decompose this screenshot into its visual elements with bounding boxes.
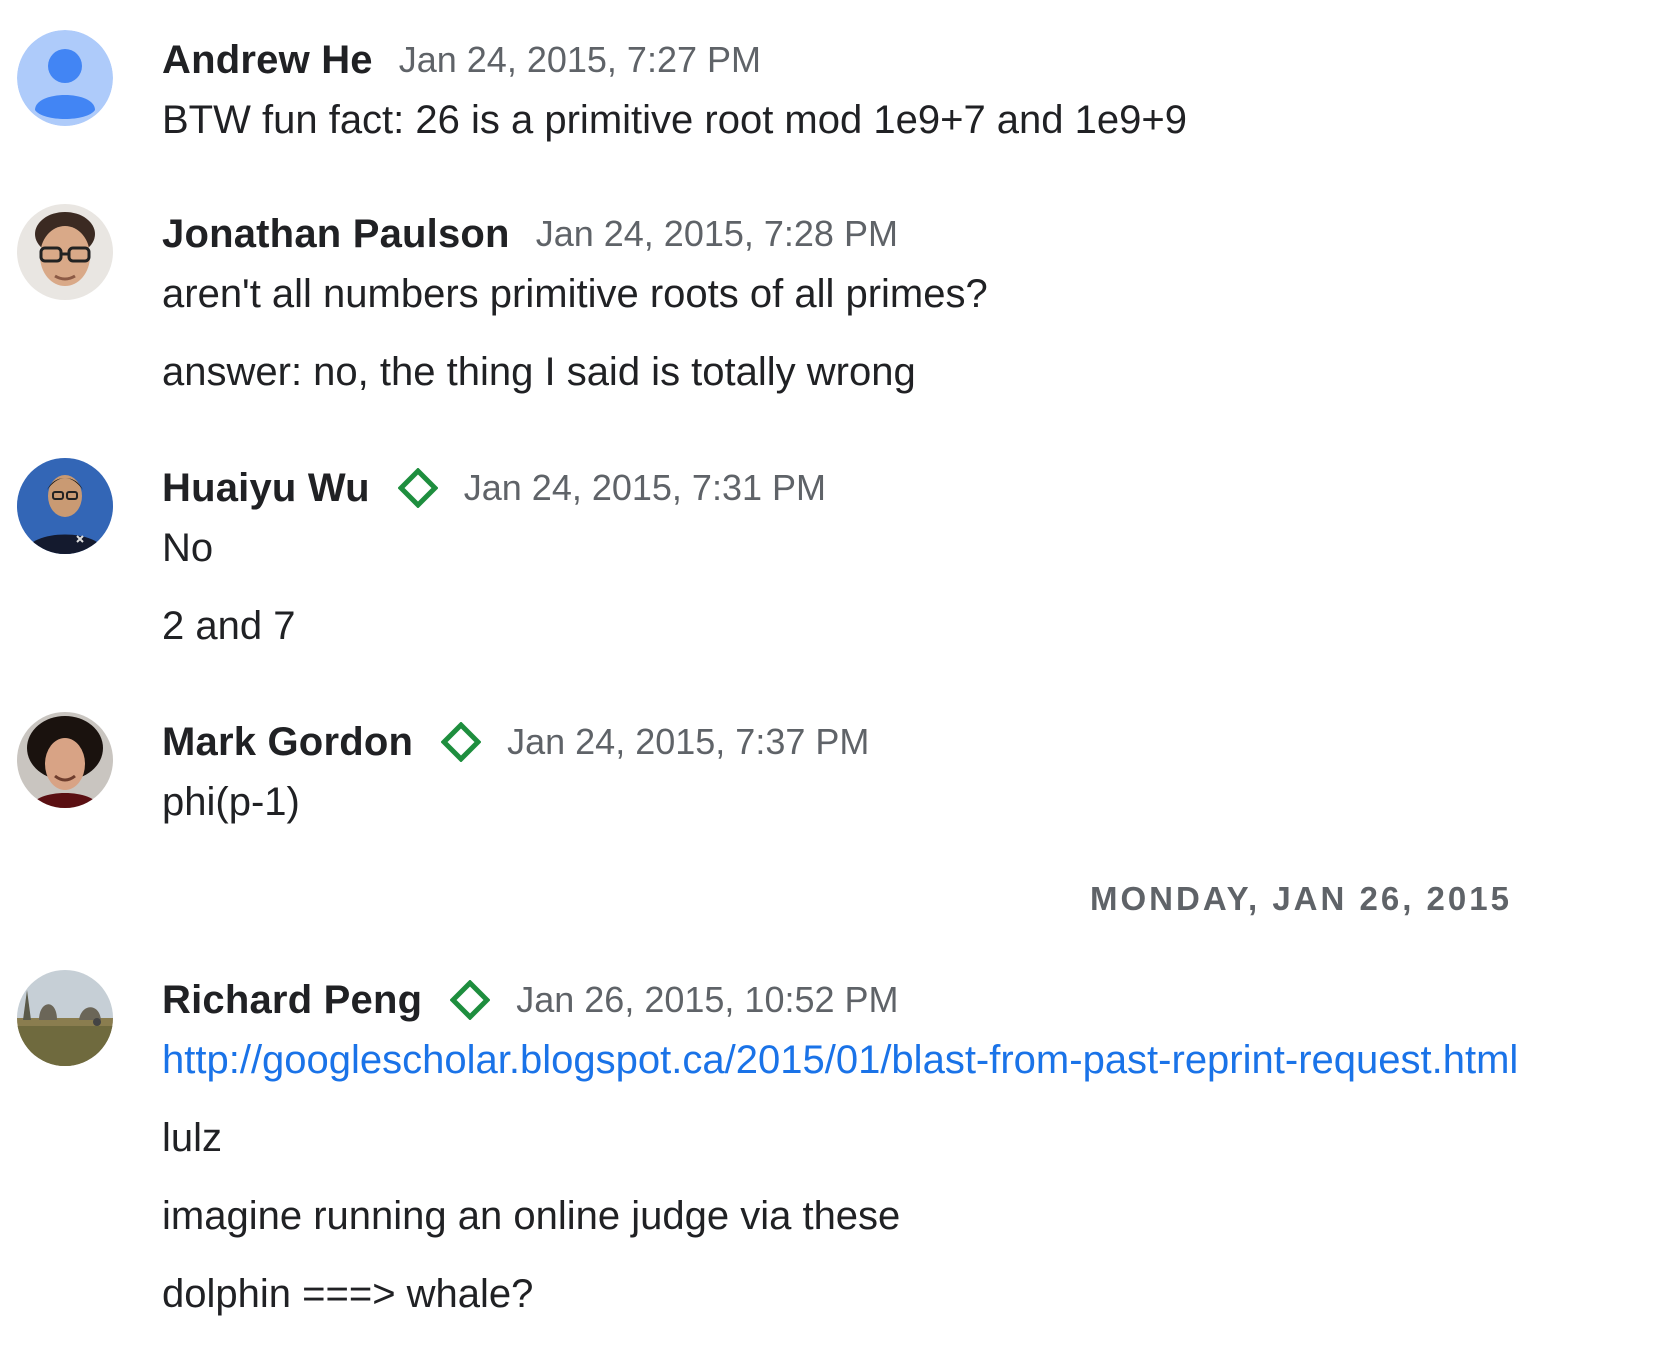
- date-divider: MONDAY, JAN 26, 2015: [1090, 880, 1512, 917]
- green-diamond-badge-icon: [440, 721, 482, 763]
- message-link[interactable]: http://googlescholar.blogspot.ca/2015/01…: [162, 1038, 1518, 1083]
- green-diamond-badge-icon: [449, 979, 491, 1021]
- message-text: phi(p-1): [162, 780, 300, 824]
- person-photo-icon: [17, 712, 113, 808]
- person-photo-icon: [17, 458, 113, 554]
- message-header: Mark Gordon Jan 24, 2015, 7:37 PM: [162, 712, 869, 772]
- message-text: dolphin ===> whale?: [162, 1272, 534, 1316]
- message-text: lulz: [162, 1116, 223, 1160]
- author-name[interactable]: Huaiyu Wu: [162, 466, 370, 511]
- message-text: aren't all numbers primitive roots of al…: [162, 272, 988, 316]
- message-timestamp: Jan 26, 2015, 10:52 PM: [516, 979, 899, 1020]
- green-diamond-badge-icon: [397, 467, 439, 509]
- message-timestamp: Jan 24, 2015, 7:28 PM: [535, 213, 898, 254]
- avatar-jonathan-paulson[interactable]: [17, 204, 113, 300]
- landscape-photo-icon: [17, 970, 113, 1066]
- chat-thread: Andrew He Jan 24, 2015, 7:27 PM BTW fun …: [0, 0, 1658, 1352]
- person-photo-icon: [17, 204, 113, 300]
- avatar-huaiyu-wu[interactable]: [17, 458, 113, 554]
- message-timestamp: Jan 24, 2015, 7:37 PM: [507, 721, 870, 762]
- message-text: No: [162, 526, 214, 570]
- author-name[interactable]: Andrew He: [162, 38, 373, 83]
- message-text: imagine running an online judge via thes…: [162, 1194, 901, 1238]
- message-header: Huaiyu Wu Jan 24, 2015, 7:31 PM: [162, 458, 826, 518]
- avatar-mark-gordon[interactable]: [17, 712, 113, 808]
- avatar-andrew-he[interactable]: [17, 30, 113, 126]
- message-text: 2 and 7: [162, 604, 296, 648]
- default-person-avatar-icon: [17, 30, 113, 126]
- message-timestamp: Jan 24, 2015, 7:27 PM: [398, 39, 761, 80]
- message-header: Andrew He Jan 24, 2015, 7:27 PM: [162, 30, 761, 90]
- message-timestamp: Jan 24, 2015, 7:31 PM: [463, 467, 826, 508]
- message-header: Richard Peng Jan 26, 2015, 10:52 PM: [162, 970, 899, 1030]
- author-name[interactable]: Richard Peng: [162, 978, 422, 1023]
- avatar-richard-peng[interactable]: [17, 970, 113, 1066]
- author-name[interactable]: Mark Gordon: [162, 720, 413, 765]
- message-text: BTW fun fact: 26 is a primitive root mod…: [162, 98, 1187, 142]
- author-name[interactable]: Jonathan Paulson: [162, 212, 510, 257]
- message-text: answer: no, the thing I said is totally …: [162, 350, 916, 394]
- message-header: Jonathan Paulson Jan 24, 2015, 7:28 PM: [162, 204, 898, 264]
